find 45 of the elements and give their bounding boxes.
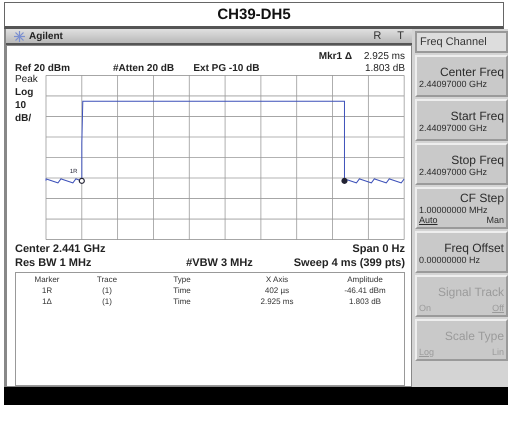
resolution-bandwidth: Res BW 1 MHz xyxy=(15,257,92,269)
scale-label: dB/ xyxy=(15,113,32,124)
softkey[interactable]: Stop Freq 2.44097000 GHz xyxy=(415,143,508,185)
column-header: Amplitude xyxy=(346,275,384,286)
table-cell-text: 2.925 ms xyxy=(260,297,294,308)
column-header: Trace xyxy=(96,275,118,286)
softkey[interactable]: Center Freq 2.44097000 GHz xyxy=(415,55,508,97)
option-label[interactable]: Auto xyxy=(419,215,438,225)
column-header: X Axis xyxy=(264,275,290,286)
table-cell-text: -46.41 dBm xyxy=(343,286,387,297)
reference-level: Ref 20 dBm xyxy=(15,62,72,74)
attenuation: #Atten 20 dB xyxy=(112,62,176,74)
logo-icon xyxy=(14,30,25,42)
marker-delta: 1.803 dB xyxy=(364,62,405,74)
column-header: Marker xyxy=(34,275,60,286)
menu-title: Freq Channel xyxy=(415,31,508,53)
marker-label: Mkr1 Δ xyxy=(318,50,354,62)
column-header: Type xyxy=(172,275,192,286)
scale-label: Peak xyxy=(15,74,39,85)
external-gain: Ext PG -10 dB xyxy=(193,62,260,74)
window-title: CH39-DH5 xyxy=(4,2,504,29)
scale-label: 10 xyxy=(15,100,28,111)
marker-time: 2.925 ms xyxy=(362,50,405,62)
center-frequency: Center 2.441 GHz xyxy=(15,243,106,255)
table-cell-text: 402 µs xyxy=(264,286,290,297)
option-label[interactable]: Man xyxy=(486,215,504,225)
table-cell-text: Time xyxy=(172,297,192,308)
marker-point xyxy=(341,178,348,184)
softkey[interactable]: Start Freq 2.44097000 GHz xyxy=(415,99,508,141)
table-cell-text: 1R xyxy=(40,286,54,297)
table-cell-text: 1.803 dB xyxy=(348,297,382,308)
table-cell-text: 1Δ xyxy=(41,297,53,308)
marker-point xyxy=(78,178,85,184)
softkey[interactable]: CF Step 1.00000000 MHz Auto Man xyxy=(415,187,508,229)
sweep-time: Sweep 4 ms (399 pts) xyxy=(294,257,405,269)
brand-name: Agilent xyxy=(29,30,64,42)
scale-label: Log xyxy=(15,87,34,98)
span-setting: Span 0 Hz xyxy=(352,243,405,255)
table-cell-text: (1) xyxy=(101,297,113,308)
table-cell-text: Time xyxy=(172,286,192,297)
status-indicator: R xyxy=(373,30,382,42)
video-bandwidth: #VBW 3 MHz xyxy=(186,257,254,269)
softkey[interactable]: Freq Offset 0.00000000 Hz xyxy=(415,231,508,273)
table-cell-text: (1) xyxy=(101,286,113,297)
status-indicator: T xyxy=(397,30,404,42)
